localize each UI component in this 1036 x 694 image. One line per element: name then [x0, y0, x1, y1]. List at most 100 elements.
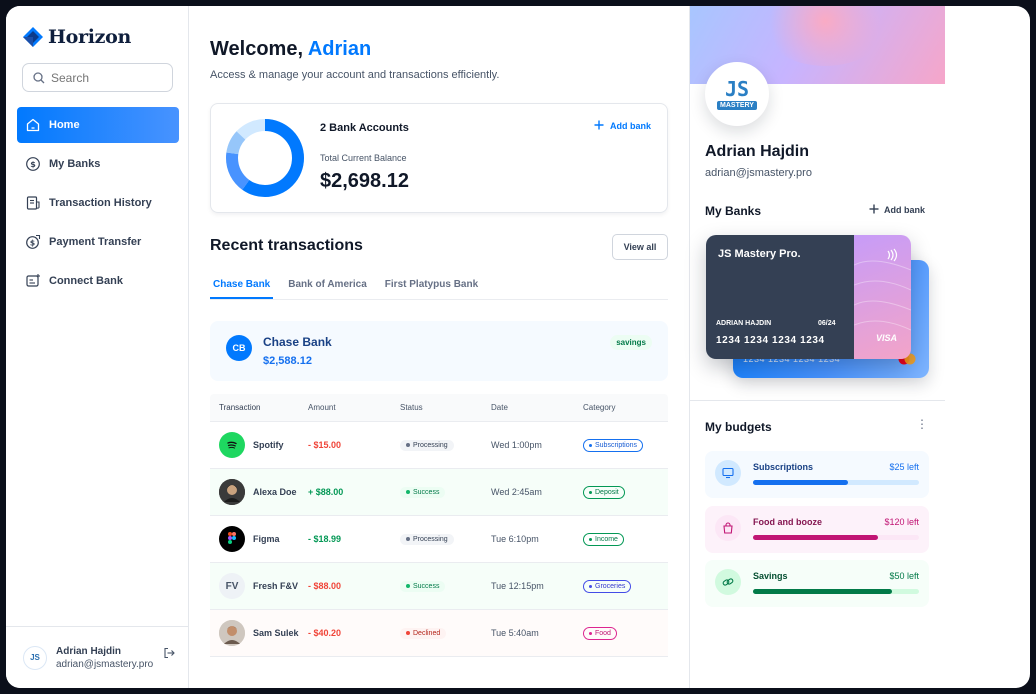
- divider: [690, 400, 945, 401]
- bank-initials-avatar: CB: [226, 335, 252, 361]
- category-badge: Subscriptions: [583, 438, 644, 452]
- spotify-icon: [219, 432, 245, 458]
- transactions-table: Transaction Amount Status Date Category …: [210, 394, 668, 657]
- avatar[interactable]: JS: [23, 645, 47, 670]
- tab-bank-of-america[interactable]: Bank of America: [285, 273, 370, 299]
- user-first-name: Adrian: [307, 38, 372, 60]
- column-header: Transaction: [219, 403, 261, 412]
- view-all-button[interactable]: View all: [612, 234, 668, 260]
- connect-bank-icon: [25, 273, 41, 289]
- sidebar-item-label: Payment Transfer: [49, 236, 142, 248]
- my-banks-title: My Banks: [705, 204, 762, 218]
- status-badge: Processing: [400, 439, 454, 451]
- table-row[interactable]: FV Fresh F&V - $88.00 Success Tue 12:15p…: [210, 563, 668, 610]
- recent-transactions-title: Recent transactions: [210, 237, 363, 254]
- transaction-amount: + $88.00: [308, 487, 344, 497]
- search-input[interactable]: [51, 70, 161, 85]
- selected-bank-summary: CB Chase Bank $2,588.12 savings: [210, 321, 668, 381]
- card-expiry: 06/24: [818, 320, 836, 327]
- monitor-icon: [715, 460, 741, 486]
- page-title: Welcome, Adrian: [210, 38, 372, 60]
- table-row[interactable]: Sam Sulek - $40.20 Declined Tue 5:40am F…: [210, 610, 668, 657]
- total-balance-card: 2 Bank Accounts Total Current Balance $2…: [210, 103, 668, 213]
- category-badge: Deposit: [583, 485, 625, 499]
- budget-item-food-and-booze[interactable]: Food and booze $120 left: [705, 506, 929, 553]
- bank-name: Chase Bank: [263, 335, 332, 349]
- status-badge: Processing: [400, 533, 454, 545]
- table-row[interactable]: Spotify - $15.00 Processing Wed 1:00pm S…: [210, 422, 668, 469]
- merchant-initials-avatar: FV: [219, 573, 245, 599]
- card-title: JS Mastery Pro.: [718, 248, 801, 260]
- transaction-name: Spotify: [253, 440, 284, 450]
- budget-progress-track: [753, 480, 919, 485]
- sidebar-item-label: Home: [49, 119, 80, 131]
- budget-item-subscriptions[interactable]: Subscriptions $25 left: [705, 451, 929, 498]
- sidebar-nav: Home $ My Banks Transaction History $ Pa…: [17, 107, 179, 302]
- profile-avatar[interactable]: JS MASTERY: [705, 62, 769, 126]
- transaction-date: Tue 5:40am: [491, 628, 539, 638]
- category-badge: Groceries: [583, 579, 632, 593]
- sidebar-item-home[interactable]: Home: [17, 107, 179, 143]
- transaction-date: Wed 1:00pm: [491, 440, 542, 450]
- profile-name: Adrian Hajdin: [705, 143, 810, 160]
- budget-name: Food and booze: [753, 517, 822, 527]
- budget-progress-track: [753, 535, 919, 540]
- column-header: Amount: [308, 403, 336, 412]
- figma-icon: [219, 526, 245, 552]
- contactless-icon: [884, 248, 898, 267]
- transaction-amount: - $18.99: [308, 534, 342, 544]
- budget-progress-fill: [753, 535, 878, 540]
- avatar: [219, 479, 245, 505]
- category-badge: Income: [583, 532, 624, 546]
- receipt-icon: [25, 195, 41, 211]
- app-window: Horizon Home $ My Banks: [6, 6, 1030, 688]
- transaction-name: Figma: [253, 534, 280, 544]
- sidebar-item-transaction-history[interactable]: Transaction History: [17, 185, 179, 221]
- profile-email: adrian@jsmastery.pro: [705, 167, 812, 179]
- card-holder-name: ADRIAN HAJDIN: [716, 320, 772, 327]
- budget-item-savings[interactable]: Savings $50 left: [705, 560, 929, 607]
- visa-logo: VISA: [876, 333, 898, 343]
- tab-chase-bank[interactable]: Chase Bank: [210, 273, 274, 299]
- budget-name: Subscriptions: [753, 462, 814, 472]
- balance-donut-chart: [226, 119, 304, 197]
- table-row[interactable]: Alexa Doe + $88.00 Success Wed 2:45am De…: [210, 469, 668, 516]
- logout-icon[interactable]: [163, 646, 175, 664]
- add-bank-button[interactable]: Add bank: [869, 204, 925, 216]
- column-header: Date: [491, 403, 508, 412]
- transaction-name: Alexa Doe: [253, 487, 297, 497]
- money-send-icon: $: [25, 234, 41, 250]
- table-row[interactable]: Figma - $18.99 Processing Tue 6:10pm Inc…: [210, 516, 668, 563]
- more-options-icon[interactable]: ⋮: [916, 417, 928, 431]
- bank-balance: $2,588.12: [263, 355, 312, 367]
- main-content: Welcome, Adrian Access & manage your acc…: [189, 6, 689, 688]
- search-box[interactable]: [22, 63, 173, 92]
- table-header: Transaction Amount Status Date Category: [210, 394, 668, 422]
- card-number: 1234 1234 1234 1234: [716, 335, 825, 346]
- sidebar-item-my-banks[interactable]: $ My Banks: [17, 146, 179, 182]
- transaction-name: Sam Sulek: [253, 628, 299, 638]
- transaction-date: Tue 12:15pm: [491, 581, 544, 591]
- brand-logo[interactable]: Horizon: [22, 26, 131, 48]
- sidebar-item-payment-transfer[interactable]: $ Payment Transfer: [17, 224, 179, 260]
- sidebar: Horizon Home $ My Banks: [6, 6, 189, 688]
- sidebar-item-connect-bank[interactable]: Connect Bank: [17, 263, 179, 299]
- column-header: Status: [400, 403, 423, 412]
- bank-card-primary[interactable]: JS Mastery Pro. ADRIAN HAJDIN 06/24 1234…: [706, 235, 911, 359]
- search-icon: [33, 71, 45, 83]
- add-bank-button[interactable]: Add bank: [594, 120, 651, 132]
- bank-tabs: Chase Bank Bank of America First Platypu…: [210, 273, 668, 300]
- column-header: Category: [583, 403, 616, 412]
- transaction-date: Tue 6:10pm: [491, 534, 539, 544]
- tab-first-platypus-bank[interactable]: First Platypus Bank: [382, 273, 481, 299]
- avatar-logo-text: JS: [724, 76, 750, 101]
- budget-remaining: $25 left: [889, 462, 919, 472]
- budget-progress-fill: [753, 589, 893, 594]
- horizon-logo-icon: [23, 27, 43, 47]
- category-badge: Food: [583, 626, 617, 640]
- transaction-amount: - $40.20: [308, 628, 342, 638]
- plus-icon: [869, 204, 879, 216]
- sidebar-user-footer: JS Adrian Hajdin adrian@jsmastery.pro: [6, 626, 189, 688]
- bank-accounts-count: 2 Bank Accounts: [320, 122, 409, 134]
- status-badge: Success: [400, 580, 446, 592]
